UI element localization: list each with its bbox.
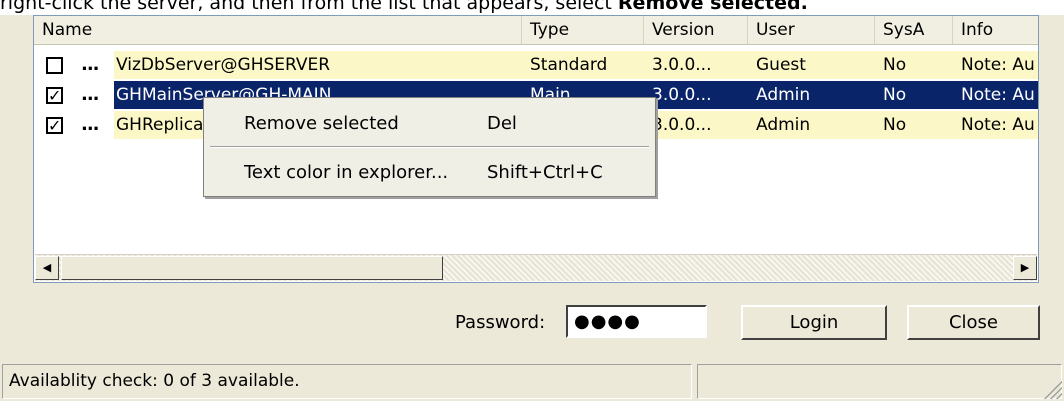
- row-user: Admin: [748, 111, 875, 139]
- row-version: 3.0.0...: [644, 81, 748, 109]
- column-header-sysa[interactable]: SysA: [875, 16, 953, 44]
- instruction-text: right-click the server, and then from th…: [0, 0, 1064, 15]
- password-input[interactable]: ●●●●: [566, 305, 707, 338]
- password-label: Password:: [455, 312, 546, 333]
- column-header-user[interactable]: User: [748, 16, 875, 44]
- context-menu: Remove selected Del Text color in explor…: [203, 97, 656, 197]
- column-header-type[interactable]: Type: [522, 16, 644, 44]
- status-panel-2: [697, 364, 1062, 399]
- row-version: 3.0.0...: [644, 111, 748, 139]
- scroll-left-icon[interactable]: ◀: [35, 256, 59, 280]
- table-row[interactable]: ... VizDbServer@GHSERVER Standard 3.0.0.…: [34, 51, 1038, 79]
- menu-item-label: Remove selected: [244, 113, 399, 134]
- row-type: Standard: [522, 51, 644, 79]
- menu-item-label: Text color in explorer...: [244, 162, 449, 183]
- row-info: Note: Au: [953, 81, 1038, 109]
- menu-item-text-color[interactable]: Text color in explorer... Shift+Ctrl+C: [204, 155, 655, 191]
- ellipsis-icon: ...: [81, 54, 99, 75]
- row-user: Admin: [748, 81, 875, 109]
- row-sysa: No: [875, 51, 953, 79]
- row-name: VizDbServer@GHSERVER: [114, 51, 522, 79]
- menu-item-remove-selected[interactable]: Remove selected Del: [204, 106, 655, 142]
- scroll-thumb[interactable]: [61, 256, 443, 280]
- instruction-bold: Remove selected.: [617, 0, 808, 14]
- row-checkbox[interactable]: [46, 57, 63, 74]
- row-checkbox[interactable]: ✓: [46, 117, 63, 134]
- column-header-name[interactable]: Name: [34, 16, 522, 44]
- menu-separator: [210, 146, 649, 148]
- close-button[interactable]: Close: [907, 305, 1040, 340]
- row-sysa: No: [875, 111, 953, 139]
- row-version: 3.0.0...: [644, 51, 748, 79]
- list-header: Name Type Version User SysA Info: [34, 16, 1038, 45]
- menu-item-shortcut: Del: [487, 113, 517, 134]
- row-user: Guest: [748, 51, 875, 79]
- row-info: Note: Au: [953, 51, 1038, 79]
- ellipsis-icon: ...: [81, 84, 99, 105]
- status-bar: Availablity check: 0 of 3 available.: [0, 362, 1064, 401]
- status-text: Availablity check: 0 of 3 available.: [2, 364, 692, 399]
- instruction-prefix: right-click the server, and then from th…: [0, 0, 618, 14]
- login-button[interactable]: Login: [741, 305, 887, 340]
- row-sysa: No: [875, 81, 953, 109]
- column-header-version[interactable]: Version: [644, 16, 748, 44]
- ellipsis-icon: ...: [81, 114, 99, 135]
- row-info: Note: Au: [953, 111, 1038, 139]
- column-header-info[interactable]: Info: [953, 16, 1040, 44]
- resize-grip-icon[interactable]: [1042, 379, 1062, 399]
- horizontal-scrollbar[interactable]: ◀ ▶: [35, 254, 1037, 281]
- row-checkbox[interactable]: ✓: [46, 87, 63, 104]
- scroll-right-icon[interactable]: ▶: [1013, 256, 1037, 280]
- menu-item-shortcut: Shift+Ctrl+C: [487, 162, 603, 183]
